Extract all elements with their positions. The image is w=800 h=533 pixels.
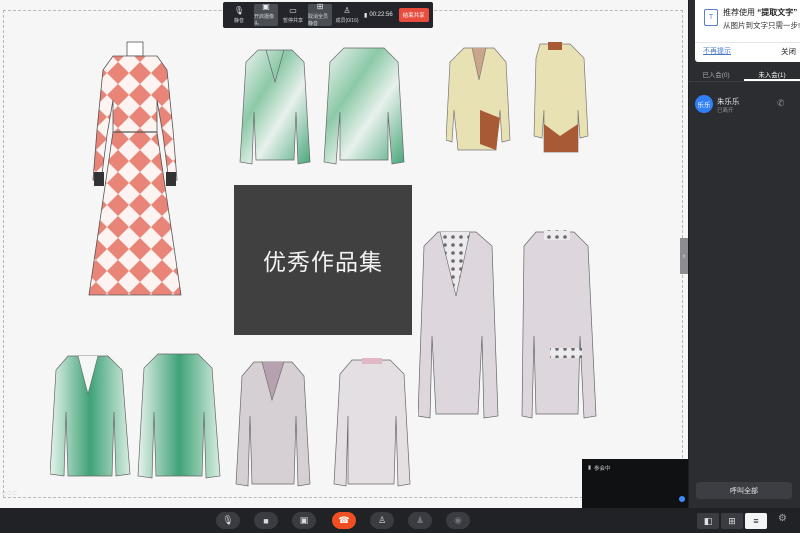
promo-headline: 推荐使用 “提取文字” xyxy=(723,8,798,17)
self-video-tile[interactable]: ▮ 参会中 xyxy=(582,459,688,508)
signal-icon: ▮ xyxy=(364,12,368,19)
share-screen-icon[interactable]: ▣ xyxy=(292,512,316,529)
extract-text-promo: T 推荐使用 “提取文字” 从图片到文字只需一步! 不再提示 关闭 xyxy=(695,0,800,62)
tab-joined[interactable]: 已入会(0) xyxy=(688,66,744,81)
camera-icon: ▣ xyxy=(262,2,270,11)
members-icon[interactable]: ♟ xyxy=(408,512,432,529)
expand-panel-arrow-icon[interactable]: › xyxy=(680,238,688,274)
portfolio-title-card: 优秀作品集 xyxy=(234,185,412,335)
toolbar-camera-button[interactable]: ▣ 开启摄像头 xyxy=(254,2,278,27)
video-tile-label: ▮ 参会中 xyxy=(588,465,611,472)
pause-share-icon: ▭ xyxy=(289,5,297,15)
unmute-all-icon: ⊞ xyxy=(316,2,324,11)
list-view-icon[interactable]: ≡ xyxy=(745,513,767,529)
speaker-view-icon[interactable]: ◧ xyxy=(697,513,719,529)
avatar: 乐乐 xyxy=(695,95,713,113)
toolbar-pause-share-button[interactable]: ▭ 暂停共享 xyxy=(281,4,305,26)
participant-tabs: 已入会(0) 未入会(1) xyxy=(688,66,800,82)
phone-icon[interactable]: ✆ xyxy=(777,98,785,109)
bottom-control-bar: 🎙 ■ ▣ ☎ ♙ ♟ ◉ ◧ ⊞ ≡ ⚙ xyxy=(0,508,800,533)
member-status: 已离开 xyxy=(717,108,734,114)
call-all-button[interactable]: 呼叫全部 xyxy=(696,482,792,499)
meeting-window: 优秀作品集 › ◌◌◌ ▮ 参会中 🎙 静音 ▣ 开启摄像头 ▭ 暂停共享 ⊞ … xyxy=(0,0,800,533)
gear-icon[interactable]: ⚙ xyxy=(778,513,787,524)
share-toolbar: 🎙 静音 ▣ 开启摄像头 ▭ 暂停共享 ⊞ 取消全员静音 ♙ 成员(0/16) … xyxy=(223,2,433,28)
add-member-icon[interactable]: ♙ xyxy=(370,512,394,529)
coral-diamond-dress-sketch xyxy=(88,41,182,296)
frame-corner-dots: ◌◌◌ xyxy=(2,490,18,497)
members-icon: ♙ xyxy=(343,5,351,15)
toolbar-unmute-all-button[interactable]: ⊞ 取消全员静音 xyxy=(308,2,332,27)
beige-jacket-sketch xyxy=(446,42,589,153)
extract-text-icon: T xyxy=(704,9,718,26)
end-share-button[interactable]: 结束共享 xyxy=(398,8,429,22)
mic-icon[interactable]: 🎙 xyxy=(216,512,240,529)
camera-status-icon xyxy=(679,496,685,502)
promo-subline: 从图片到文字只需一步! xyxy=(723,21,800,30)
portfolio-title: 优秀作品集 xyxy=(263,249,383,275)
hangup-icon[interactable]: ☎ xyxy=(332,512,356,529)
shared-screen: 优秀作品集 › ◌◌◌ ▮ 参会中 xyxy=(0,0,688,508)
meeting-timer: ▮ 00:22:56 xyxy=(364,12,393,19)
green-tiedye-jacket-sketch xyxy=(239,47,405,165)
green-gradient-jacket-sketch xyxy=(50,353,221,479)
mic-icon: 🎙 xyxy=(233,5,245,15)
grid-view-icon[interactable]: ⊞ xyxy=(721,513,743,529)
record-icon[interactable]: ◉ xyxy=(446,512,470,529)
toolbar-mute-button[interactable]: 🎙 静音 xyxy=(227,4,251,26)
floral-mauve-jacket-sketch xyxy=(418,230,597,419)
member-row[interactable]: 乐乐 朱乐乐 已离开 ✆ xyxy=(695,93,795,119)
promo-close-button[interactable]: 关闭 xyxy=(781,46,796,57)
promo-dismiss-link[interactable]: 不再提示 xyxy=(703,46,731,56)
mauve-blazer-sketch xyxy=(235,358,411,487)
toolbar-members-button[interactable]: ♙ 成员(0/16) xyxy=(335,4,359,26)
tab-not-joined[interactable]: 未入会(1) xyxy=(744,66,800,81)
promo-actions: 不再提示 关闭 xyxy=(695,42,800,56)
camera-icon[interactable]: ■ xyxy=(254,512,278,529)
signal-bars-icon: ▮ xyxy=(588,465,592,471)
